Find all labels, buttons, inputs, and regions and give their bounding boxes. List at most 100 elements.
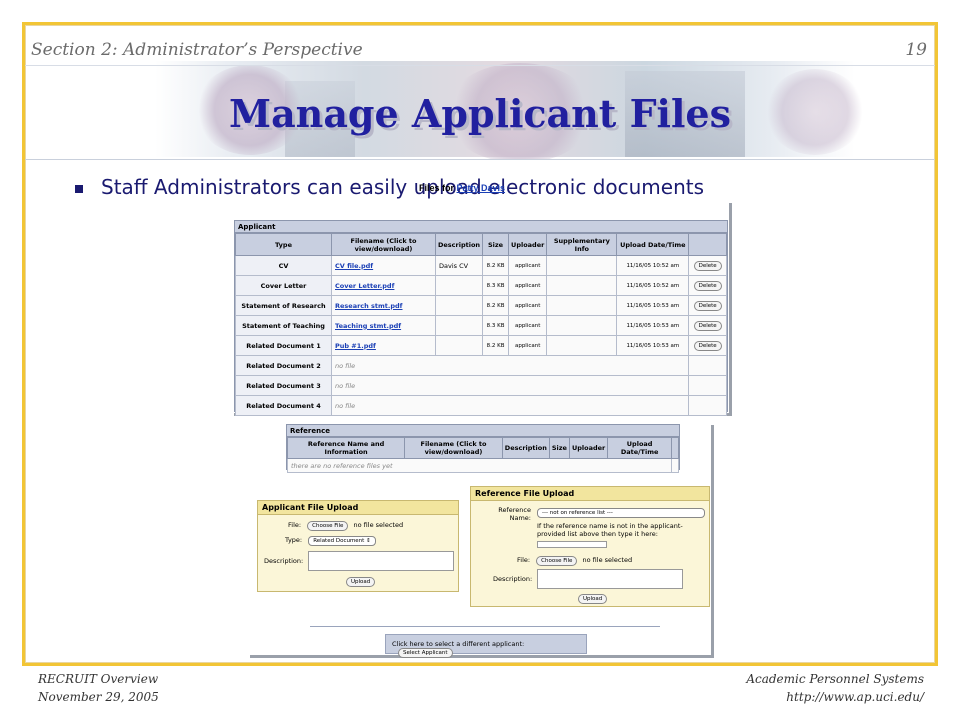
select-applicant-button[interactable]: Select Applicant <box>398 648 453 658</box>
file-type: Cover Letter <box>235 275 332 296</box>
file-size: 8.3 KB <box>482 275 510 296</box>
panel-shadow <box>729 203 732 415</box>
upload-button[interactable]: Upload <box>578 594 608 604</box>
reference-hint: If the reference name is not in the appl… <box>537 522 683 538</box>
file-uploader: applicant <box>508 335 548 356</box>
panel-title: Applicant File Upload <box>258 501 458 515</box>
bullet-square-icon <box>75 184 83 193</box>
file-description <box>434 335 484 356</box>
delete-button[interactable]: Delete <box>693 260 722 271</box>
select-applicant-bar: Click here to select a different applica… <box>385 634 587 658</box>
file-info <box>546 295 618 316</box>
type-label: Type: <box>285 536 303 544</box>
column-header <box>671 437 679 459</box>
footer-organization: Academic Personnel Systems <box>746 672 924 686</box>
table-header-row: Type Filename (Click to view/download) D… <box>235 233 727 256</box>
column-header: Uploader <box>508 233 548 256</box>
column-header: Supplementary Info <box>546 233 618 256</box>
file-type: Statement of Research <box>235 295 332 316</box>
file-type: Related Document 4 <box>235 395 332 416</box>
select-applicant-text: Click here to select a different applica… <box>392 640 525 648</box>
reference-grid: Reference Name and Information Filename … <box>286 437 679 473</box>
file-size: 8.3 KB <box>482 315 510 336</box>
column-header <box>688 233 727 256</box>
file-description: Davis CV <box>434 255 484 276</box>
column-header: Upload Date/Time <box>607 437 672 459</box>
table-row: Related Document 4 no file <box>235 395 727 416</box>
choose-file-button[interactable]: Choose File <box>307 521 349 531</box>
table-row: Related Document 1 Pub #1.pdf 8.2 KB app… <box>235 335 727 356</box>
file-size: 8.2 KB <box>482 255 510 276</box>
file-type: Related Document 3 <box>235 375 332 396</box>
panel-title: Reference File Upload <box>471 487 709 501</box>
file-uploader: applicant <box>508 315 548 336</box>
table-row: Statement of Teaching Teaching stmt.pdf … <box>235 315 727 336</box>
column-header: Uploader <box>568 437 609 459</box>
file-type: Statement of Teaching <box>235 315 332 336</box>
footer-right: Academic Personnel Systems http://www.ap… <box>746 670 924 706</box>
table-section-label: Reference <box>287 425 679 437</box>
description-label: Description: <box>264 557 304 565</box>
slide-title: Manage Applicant Files <box>229 91 731 136</box>
file-description <box>434 315 484 336</box>
description-label: Description: <box>493 575 533 583</box>
column-header: Size <box>482 233 510 256</box>
delete-button[interactable]: Delete <box>693 300 722 311</box>
file-datetime: 11/16/05 10:53 am <box>616 335 690 356</box>
file-uploader: applicant <box>508 295 548 316</box>
file-datetime: 11/16/05 10:52 am <box>616 275 690 296</box>
no-file-text: no file <box>330 395 690 416</box>
divider <box>310 626 660 627</box>
footer-url: http://www.ap.uci.edu/ <box>786 690 924 704</box>
description-input[interactable] <box>308 551 454 571</box>
table-row: Cover Letter Cover Letter.pdf 8.3 KB app… <box>235 275 727 296</box>
panel-shadow <box>250 655 714 658</box>
empty-message: there are no reference files yet <box>287 458 672 473</box>
table-header-row: Reference Name and Information Filename … <box>286 437 679 459</box>
column-header: Description <box>434 233 484 256</box>
footer-presentation-name: RECRUIT Overview <box>38 672 159 686</box>
reference-name-input[interactable] <box>537 541 607 548</box>
file-link[interactable]: CV file.pdf <box>335 262 373 270</box>
table-section-label: Applicant <box>235 221 727 233</box>
reference-upload-panel: Reference File Upload Reference Name: --… <box>470 486 710 607</box>
description-input[interactable] <box>537 569 683 589</box>
type-select-value: Related Document <box>313 538 365 544</box>
file-description <box>434 275 484 296</box>
file-link[interactable]: Pub #1.pdf <box>335 342 376 350</box>
no-file-text: no file <box>330 355 690 376</box>
file-info <box>546 315 618 336</box>
delete-button[interactable]: Delete <box>693 340 722 351</box>
file-link[interactable]: Teaching stmt.pdf <box>335 322 401 330</box>
file-link[interactable]: Research stmt.pdf <box>335 302 403 310</box>
no-file-text: no file <box>330 375 690 396</box>
file-row: File: Choose File no file selected <box>288 521 403 531</box>
file-uploader: applicant <box>508 255 548 276</box>
reference-select[interactable]: --- not on reference list --- <box>537 508 705 518</box>
footer-date: November 29, 2005 <box>38 690 159 704</box>
file-datetime: 11/16/05 10:53 am <box>616 315 690 336</box>
file-description <box>434 295 484 316</box>
file-uploader: applicant <box>508 275 548 296</box>
column-header: Size <box>548 437 570 459</box>
type-select[interactable]: Related Document ⇕ <box>308 536 376 546</box>
file-type: Related Document 2 <box>235 355 332 376</box>
reference-select-value: --- not on reference list --- <box>542 510 613 516</box>
reference-files-table: Reference Reference Name and Information… <box>286 424 680 473</box>
applicant-name-link[interactable]: Patty Davis <box>457 183 506 193</box>
files-grid: Type Filename (Click to view/download) D… <box>235 233 727 416</box>
table-row: CV CV file.pdf Davis CV 8.2 KB applicant… <box>235 255 727 276</box>
file-datetime: 11/16/05 10:53 am <box>616 295 690 316</box>
delete-button[interactable]: Delete <box>693 280 722 291</box>
delete-button[interactable]: Delete <box>693 320 722 331</box>
section-label: Section 2: Administrator’s Perspective <box>31 40 363 60</box>
upload-button[interactable]: Upload <box>346 577 376 587</box>
file-info <box>546 255 618 276</box>
file-datetime: 11/16/05 10:52 am <box>616 255 690 276</box>
header-divider <box>25 159 935 160</box>
table-row: there are no reference files yet <box>287 458 679 473</box>
choose-file-button[interactable]: Choose File <box>536 556 578 566</box>
file-type: Related Document 1 <box>235 335 332 356</box>
column-header: Filename (Click to view/download) <box>331 233 436 256</box>
file-link[interactable]: Cover Letter.pdf <box>335 282 394 290</box>
